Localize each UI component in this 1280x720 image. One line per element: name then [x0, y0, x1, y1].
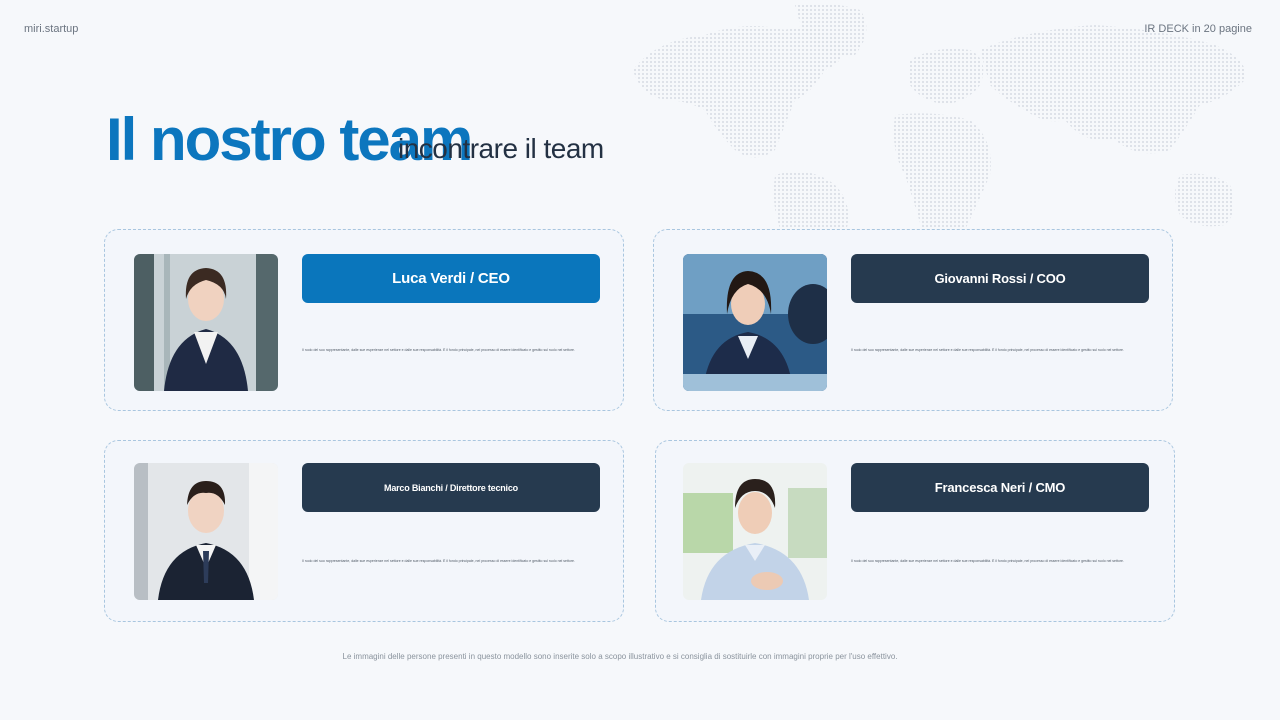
- member-name-role: Francesca Neri / CMO: [851, 463, 1149, 512]
- member-photo: [134, 463, 278, 600]
- team-member-card: Marco Bianchi / Direttore tecnico Il ruo…: [104, 440, 624, 622]
- footnote: Le immagini delle persone presenti in qu…: [342, 652, 898, 661]
- brand-label: miri.startup: [24, 23, 79, 35]
- member-photo: [134, 254, 278, 391]
- member-name-role: Giovanni Rossi / COO: [851, 254, 1149, 303]
- team-member-card: Giovanni Rossi / COO Il ruolo del suo ra…: [653, 229, 1173, 411]
- member-photo: [683, 463, 827, 600]
- member-description: Il ruolo del suo rappresentante, dalle s…: [851, 348, 1124, 352]
- page-subtitle: incontrare il team: [398, 133, 604, 164]
- member-description: Il ruolo del suo rappresentante, dalle s…: [851, 559, 1124, 563]
- member-name-role: Luca Verdi / CEO: [302, 254, 600, 303]
- team-member-card: Francesca Neri / CMO Il ruolo del suo ra…: [655, 440, 1175, 622]
- member-name-role: Marco Bianchi / Direttore tecnico: [302, 463, 600, 512]
- team-member-card: Luca Verdi / CEO Il ruolo del suo rappre…: [104, 229, 624, 411]
- member-description: Il ruolo del suo rappresentante, dalle s…: [302, 559, 575, 563]
- member-photo: [683, 254, 827, 391]
- member-description: Il ruolo del suo rappresentante, dalle s…: [302, 348, 575, 352]
